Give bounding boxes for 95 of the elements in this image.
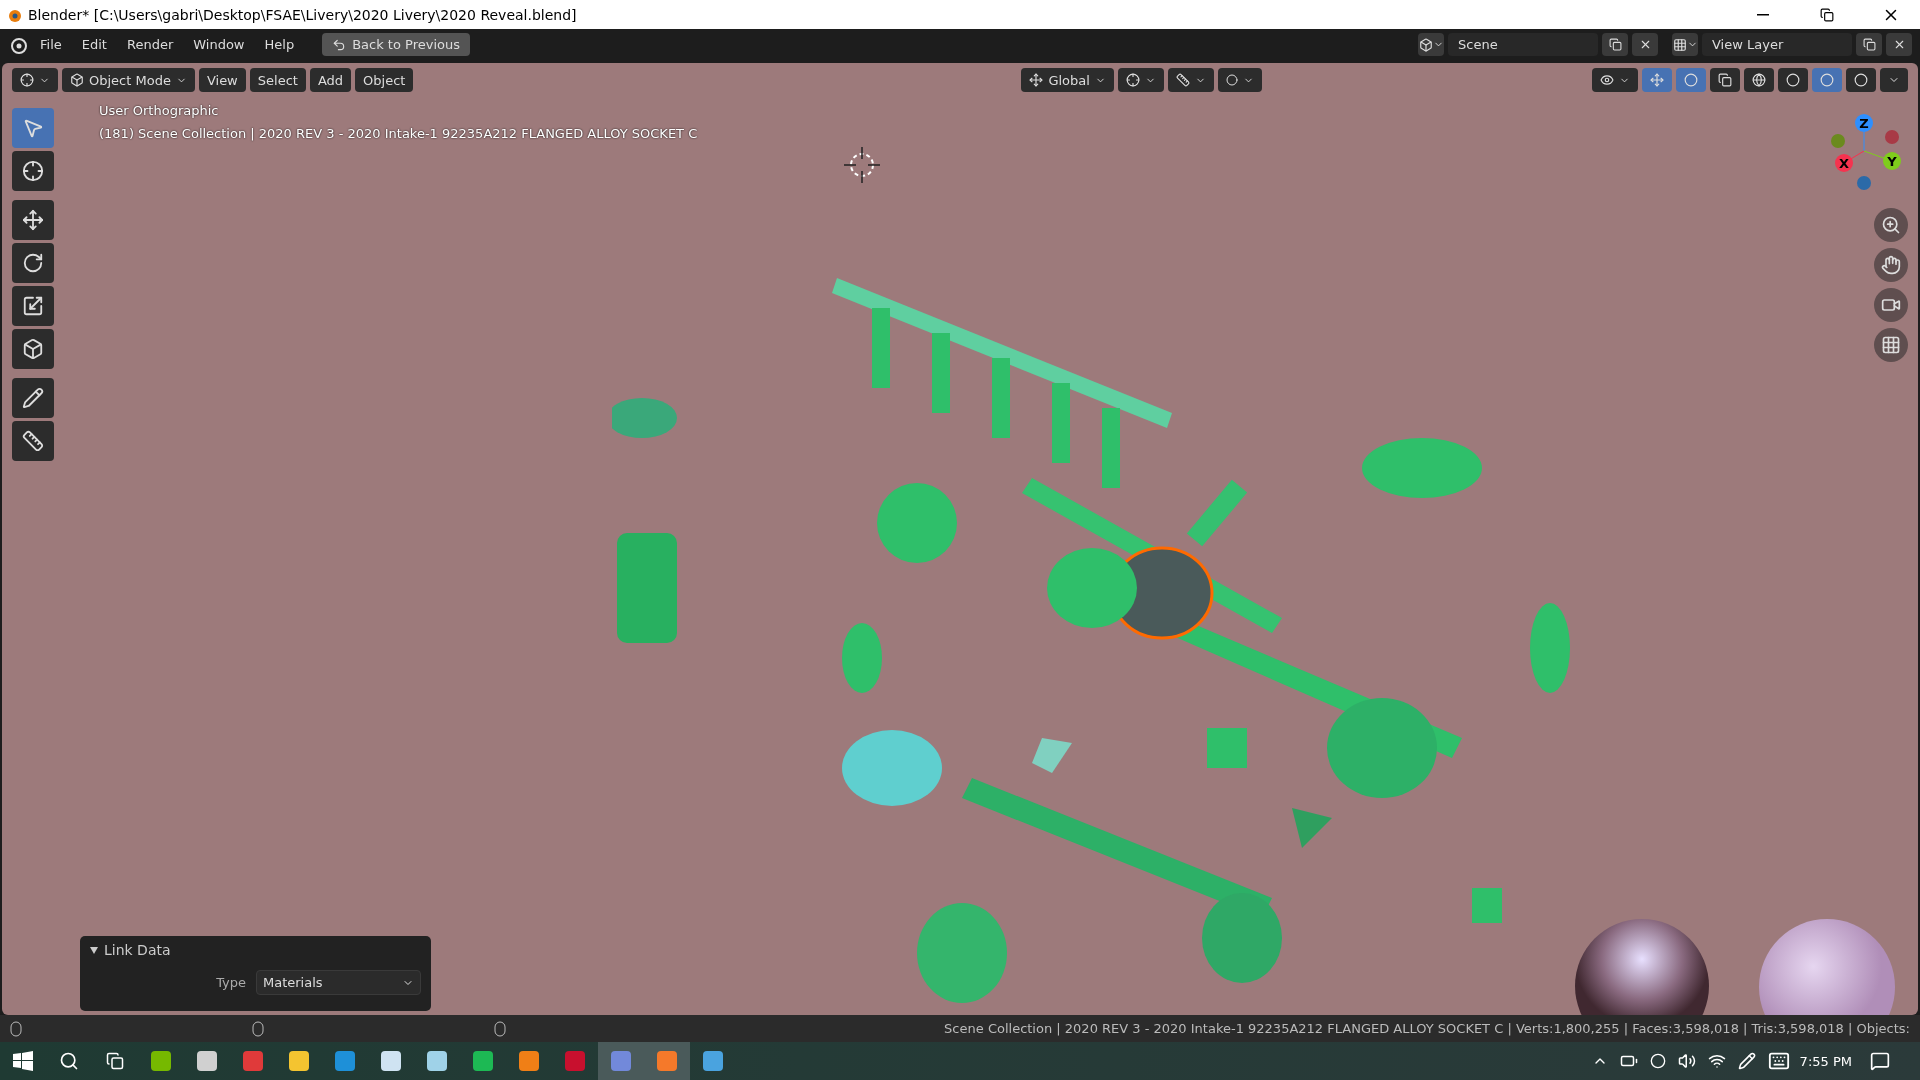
circle-icon: [1684, 73, 1698, 87]
menu-item[interactable]: Edit: [73, 34, 115, 55]
window-title: Blender* [C:\Users\gabri\Desktop\FSAE\Livery\2020 Livery\2020 Reveal.blend]: [28, 6, 578, 23]
ruler-icon: [22, 430, 44, 452]
scene-field[interactable]: Scene: [1448, 33, 1598, 56]
delete-view-layer-button[interactable]: [1886, 33, 1912, 56]
wireframe-shading-button[interactable]: [1744, 68, 1774, 92]
header-menu[interactable]: Add: [309, 68, 352, 92]
visibility-button[interactable]: [1592, 68, 1638, 92]
tool-button[interactable]: [12, 200, 54, 240]
volume-icon[interactable]: [1677, 1052, 1696, 1070]
tool-button[interactable]: [12, 378, 54, 418]
pencil-icon: [22, 387, 44, 409]
transform-icon: [22, 338, 44, 360]
header-menu[interactable]: Object: [355, 68, 414, 92]
pivot-button[interactable]: [1117, 68, 1164, 92]
overlay-toggle-button[interactable]: [1676, 68, 1706, 92]
rotate-icon: [22, 252, 44, 274]
cursor-icon: [22, 160, 44, 182]
xray-button[interactable]: [1710, 68, 1740, 92]
clock-time: 7:55 PM: [1799, 1053, 1852, 1069]
pan-button[interactable]: [1874, 248, 1908, 282]
mouse-icon: [494, 1020, 506, 1037]
circle-icon: [1820, 73, 1834, 87]
view-name-label: User Orthographic: [99, 103, 220, 118]
wifi-icon[interactable]: [1707, 1052, 1726, 1070]
task-view-icon: [106, 1052, 124, 1070]
3d-cursor-icon: [842, 145, 882, 185]
menu-item[interactable]: Help: [256, 34, 303, 55]
axis-gizmo: X Y Z: [1826, 111, 1906, 201]
circle-icon: [1225, 74, 1238, 86]
grid-view-button[interactable]: [1874, 328, 1908, 362]
view-layer-field[interactable]: View Layer: [1702, 33, 1852, 56]
cube-icon: [70, 73, 84, 87]
new-view-layer-button[interactable]: [1856, 33, 1882, 56]
header-menu[interactable]: View: [198, 68, 246, 92]
move-icon: [22, 209, 44, 231]
back-to-previous-button[interactable]: Back to Previous: [322, 33, 470, 56]
tool-button[interactable]: [12, 421, 54, 461]
crosshair-icon: [20, 73, 34, 87]
snap-button[interactable]: [1167, 68, 1214, 92]
rendered-shading-button[interactable]: [1846, 68, 1876, 92]
scale-icon: [22, 295, 44, 317]
tool-button[interactable]: [12, 243, 54, 283]
minimize-icon: [1757, 13, 1769, 16]
circle-icon: [1786, 73, 1800, 87]
orientation-dropdown[interactable]: Global: [1021, 68, 1114, 92]
object-info-label: (181) Scene Collection | 2020 REV 3 - 2020 Intake-1 92235A212 FLANGED ALLOY SOCKET C: [99, 126, 698, 141]
crosshair-icon: [1125, 73, 1140, 87]
grid-icon: [1672, 37, 1687, 52]
proportional-edit-button[interactable]: [1217, 68, 1262, 92]
duplicate-icon: [1862, 38, 1876, 51]
tool-button[interactable]: [12, 151, 54, 191]
cube-icon: [1418, 37, 1433, 52]
tool-button[interactable]: [12, 286, 54, 326]
mouse-icon: [252, 1020, 264, 1037]
hand-icon: [1881, 255, 1901, 275]
circle-icon: [1854, 73, 1868, 87]
notifications-icon[interactable]: [1870, 1051, 1890, 1071]
back-arrow-icon: [332, 37, 347, 52]
globe-icon: [1752, 73, 1766, 87]
restore-icon: [1820, 7, 1834, 22]
duplicate-icon: [1608, 38, 1622, 51]
type-label: Type: [216, 975, 246, 990]
pen-icon[interactable]: [1737, 1052, 1756, 1070]
ruler-icon: [1175, 73, 1190, 87]
status-text: Scene Collection | 2020 REV 3 - 2020 Intake-1 92235A212 FLANGED ALLOY SOCKET C | Verts:1,800,255 | Faces:3,598,018 | Tris:3,598,018 | Objects:: [944, 1021, 1910, 1036]
menu-item[interactable]: Window: [185, 34, 253, 55]
editor-type-button[interactable]: [12, 68, 58, 92]
delete-scene-button[interactable]: [1632, 33, 1658, 56]
scene-selector-button[interactable]: [1418, 33, 1444, 56]
zoom-in-icon: [1881, 215, 1901, 235]
zoom-button[interactable]: [1874, 208, 1908, 242]
windows-logo-icon: [13, 1051, 33, 1071]
select-box-icon: [22, 117, 44, 139]
solid-shading-button[interactable]: [1778, 68, 1808, 92]
panel-title: Link Data: [104, 942, 171, 958]
tool-button[interactable]: [12, 329, 54, 369]
collapse-triangle-icon[interactable]: [90, 946, 98, 954]
keyboard-icon[interactable]: [1767, 1050, 1790, 1072]
mode-dropdown[interactable]: Object Mode: [62, 68, 195, 92]
mouse-icon: [10, 1020, 22, 1037]
menu-item[interactable]: File: [32, 34, 70, 55]
eye-icon: [1600, 73, 1614, 87]
search-icon: [59, 1051, 79, 1071]
header-menu[interactable]: Select: [249, 68, 306, 92]
menu-item[interactable]: Render: [118, 34, 182, 55]
new-scene-button[interactable]: [1602, 33, 1628, 56]
view-layer-selector-button[interactable]: [1672, 33, 1698, 56]
gizmo-toggle-button[interactable]: [1642, 68, 1672, 92]
grid-icon: [1881, 335, 1901, 355]
type-dropdown[interactable]: Materials: [256, 970, 421, 995]
blender-logo-icon: [8, 35, 28, 54]
overlap-squares-icon: [1718, 73, 1732, 87]
camera-button[interactable]: [1874, 288, 1908, 322]
